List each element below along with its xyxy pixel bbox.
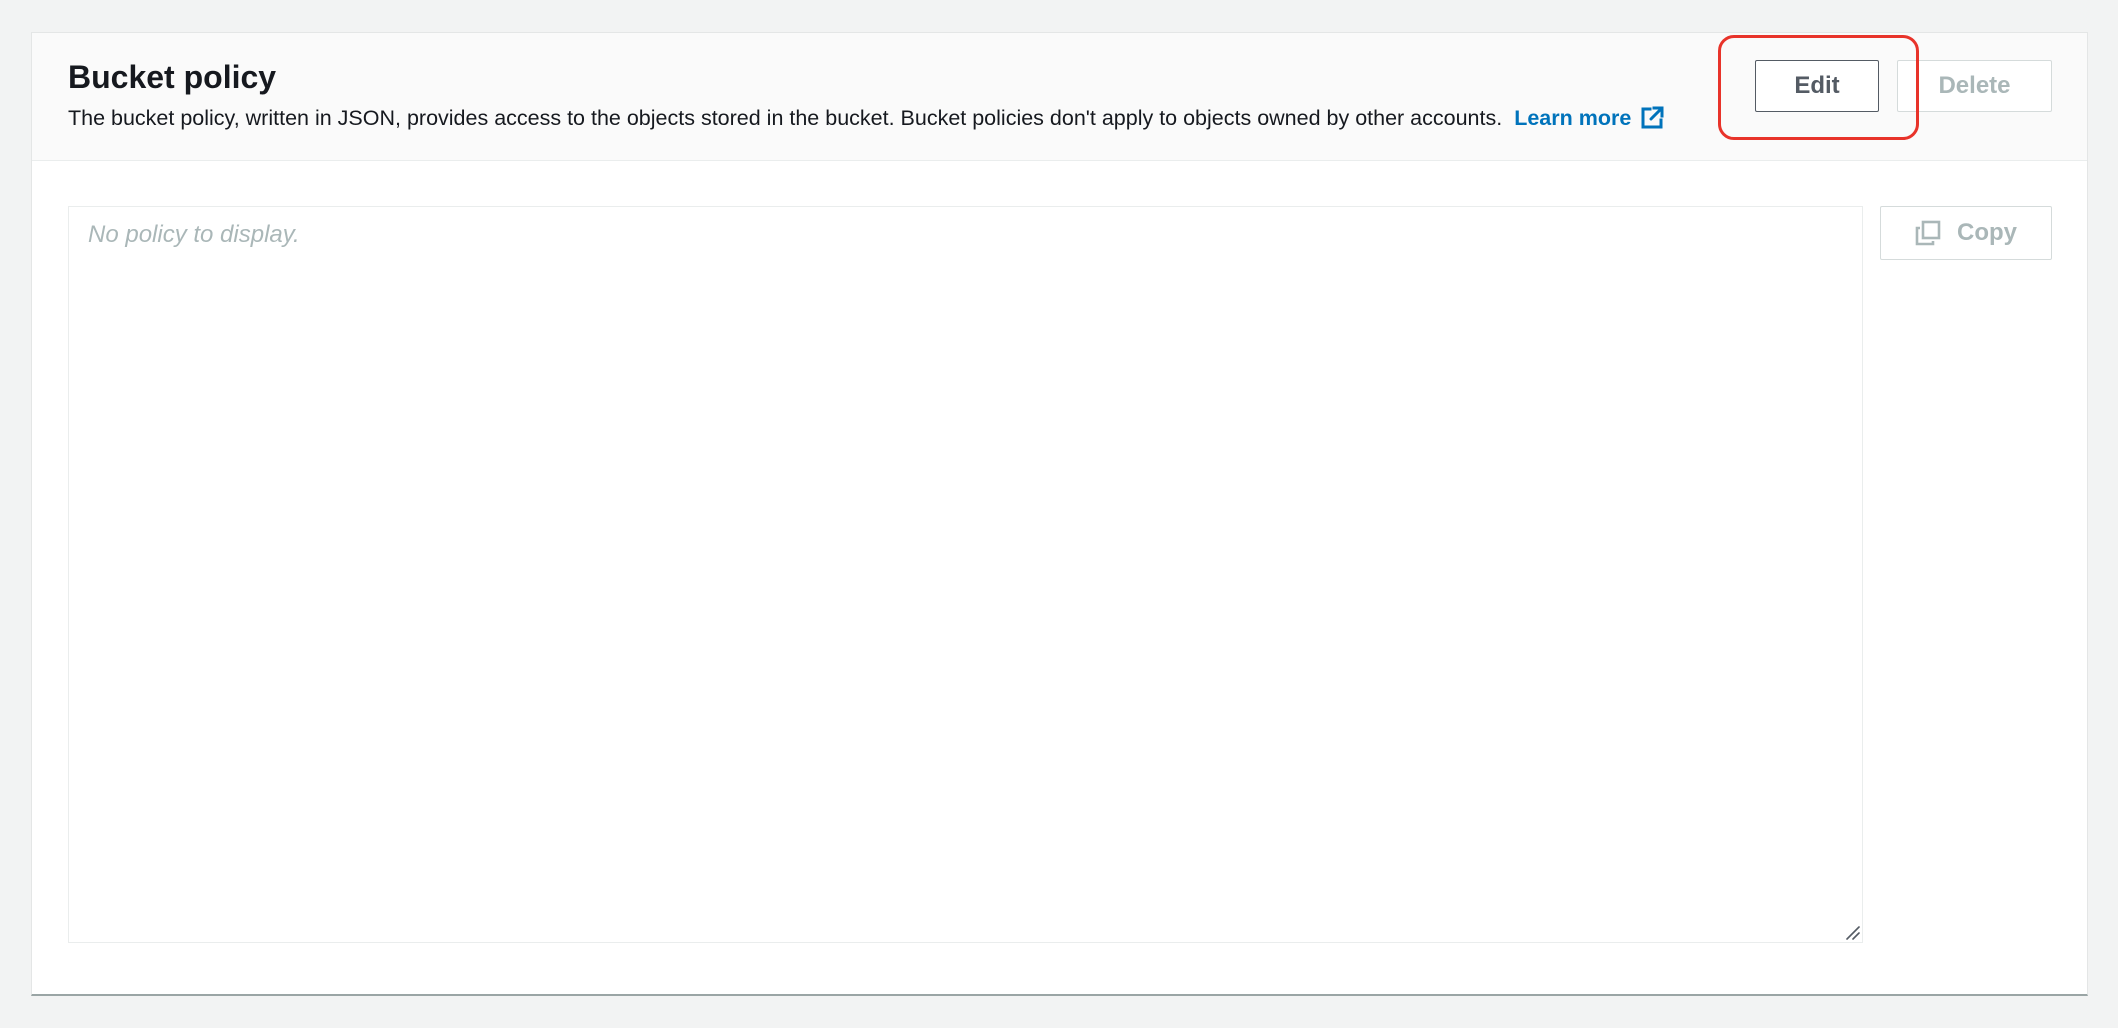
bucket-policy-panel: Bucket policy The bucket policy, written… xyxy=(31,32,2088,996)
policy-editor[interactable]: No policy to display. xyxy=(68,206,1863,943)
panel-header: Bucket policy The bucket policy, written… xyxy=(32,33,2087,161)
edit-button[interactable]: Edit xyxy=(1755,60,1879,112)
copy-button[interactable]: Copy xyxy=(1880,206,2052,260)
description-text: The bucket policy, written in JSON, prov… xyxy=(68,106,1503,130)
external-link-icon xyxy=(1641,106,1664,129)
copy-icon xyxy=(1915,220,1941,246)
section-description: The bucket policy, written in JSON, prov… xyxy=(68,105,1665,131)
delete-button[interactable]: Delete xyxy=(1897,60,2052,112)
learn-more-label: Learn more xyxy=(1514,106,1632,130)
resize-handle-icon[interactable] xyxy=(1844,924,1860,940)
learn-more-link[interactable]: Learn more xyxy=(1514,106,1665,130)
copy-label: Copy xyxy=(1957,219,2017,246)
section-title: Bucket policy xyxy=(68,59,277,95)
policy-placeholder: No policy to display. xyxy=(88,221,300,248)
